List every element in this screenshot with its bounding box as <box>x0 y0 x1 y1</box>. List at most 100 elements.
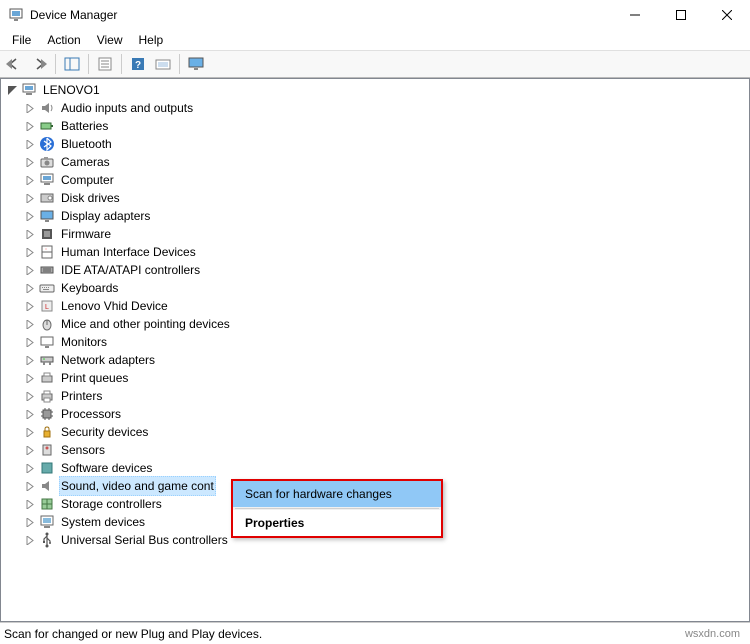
status-text: Scan for changed or new Plug and Play de… <box>4 627 685 641</box>
expander-icon[interactable] <box>23 533 37 547</box>
expander-icon[interactable] <box>23 479 37 493</box>
expander-icon[interactable] <box>23 191 37 205</box>
toolbar-separator <box>121 54 122 74</box>
tree-node[interactable]: Keyboards <box>23 279 749 297</box>
tree-node-label: Batteries <box>59 117 110 135</box>
expander-icon[interactable] <box>5 83 19 97</box>
tree-node-label: Security devices <box>59 423 150 441</box>
security-icon <box>39 424 55 440</box>
tree-node-label: Print queues <box>59 369 130 387</box>
tree-node[interactable]: Security devices <box>23 423 749 441</box>
menu-bar: File Action View Help <box>0 30 750 50</box>
network-icon <box>39 352 55 368</box>
monitor-button[interactable] <box>184 52 208 76</box>
expander-icon[interactable] <box>23 101 37 115</box>
tree-node[interactable]: Sensors <box>23 441 749 459</box>
tree-node[interactable]: Mice and other pointing devices <box>23 315 749 333</box>
tree-node[interactable]: Monitors <box>23 333 749 351</box>
menu-file[interactable]: File <box>4 31 39 49</box>
toolbar-separator <box>55 54 56 74</box>
tree-node[interactable]: Audio inputs and outputs <box>23 99 749 117</box>
expander-icon[interactable] <box>23 137 37 151</box>
tree-node-label: Mice and other pointing devices <box>59 315 232 333</box>
tree-node[interactable]: Cameras <box>23 153 749 171</box>
expander-icon[interactable] <box>23 443 37 457</box>
software-icon <box>39 460 55 476</box>
tree-node[interactable]: Disk drives <box>23 189 749 207</box>
tree-node-label: Network adapters <box>59 351 157 369</box>
expander-icon[interactable] <box>23 299 37 313</box>
tree-node-label: Human Interface Devices <box>59 243 198 261</box>
tree-node[interactable]: Computer <box>23 171 749 189</box>
expander-icon[interactable] <box>23 371 37 385</box>
expander-icon[interactable] <box>23 173 37 187</box>
toolbar-separator <box>179 54 180 74</box>
tree-node-label: Lenovo Vhid Device <box>59 297 170 315</box>
tree-node[interactable]: Bluetooth <box>23 135 749 153</box>
printer-icon <box>39 388 55 404</box>
tree-node-label: System devices <box>59 513 147 531</box>
computer-icon <box>21 82 37 98</box>
lenovo-icon: L <box>39 298 55 314</box>
context-menu-item-label: Scan for hardware changes <box>245 487 392 501</box>
expander-icon[interactable] <box>23 461 37 475</box>
tree-node-label: Sensors <box>59 441 107 459</box>
menu-action[interactable]: Action <box>39 31 88 49</box>
tree-node-label: Cameras <box>59 153 112 171</box>
monitor-icon <box>39 334 55 350</box>
tree-node[interactable]: Display adapters <box>23 207 749 225</box>
expander-icon[interactable] <box>23 263 37 277</box>
expander-icon[interactable] <box>23 335 37 349</box>
device-tree-panel[interactable]: LENOVO1 Audio inputs and outputs Batteri… <box>0 78 750 622</box>
expander-icon[interactable] <box>23 155 37 169</box>
expander-icon[interactable] <box>23 317 37 331</box>
tree-node[interactable]: Network adapters <box>23 351 749 369</box>
tree-node[interactable]: Printers <box>23 387 749 405</box>
close-button[interactable] <box>704 0 750 30</box>
tree-node[interactable]: Print queues <box>23 369 749 387</box>
sensor-icon <box>39 442 55 458</box>
tree-node[interactable]: Human Interface Devices <box>23 243 749 261</box>
expander-icon[interactable] <box>23 281 37 295</box>
expander-icon[interactable] <box>23 425 37 439</box>
svg-text:L: L <box>45 304 49 311</box>
expander-icon[interactable] <box>23 227 37 241</box>
scan-hardware-button[interactable] <box>151 52 175 76</box>
expander-icon[interactable] <box>23 353 37 367</box>
expander-icon[interactable] <box>23 515 37 529</box>
maximize-button[interactable] <box>658 0 704 30</box>
minimize-button[interactable] <box>612 0 658 30</box>
computer-icon <box>39 172 55 188</box>
tree-node-label: Sound, video and game cont <box>59 476 216 496</box>
expander-icon[interactable] <box>23 245 37 259</box>
properties-button[interactable] <box>93 52 117 76</box>
tree-node-label: Keyboards <box>59 279 120 297</box>
expander-icon[interactable] <box>23 389 37 403</box>
tree-node[interactable]: IDE ATA/ATAPI controllers <box>23 261 749 279</box>
tree-node-label: Display adapters <box>59 207 152 225</box>
show-hide-console-button[interactable] <box>60 52 84 76</box>
tree-root-node[interactable]: LENOVO1 <box>5 81 749 99</box>
expander-icon[interactable] <box>23 407 37 421</box>
window-title: Device Manager <box>30 8 612 22</box>
tree-node[interactable]: Firmware <box>23 225 749 243</box>
context-menu-scan-hardware[interactable]: Scan for hardware changes <box>233 481 441 507</box>
menu-view[interactable]: View <box>89 31 131 49</box>
expander-icon[interactable] <box>23 119 37 133</box>
expander-icon[interactable] <box>23 497 37 511</box>
menu-help[interactable]: Help <box>131 31 172 49</box>
tree-node[interactable]: Software devices <box>23 459 749 477</box>
back-button[interactable] <box>2 52 26 76</box>
bluetooth-icon <box>39 136 55 152</box>
toolbar: ? <box>0 50 750 78</box>
expander-icon[interactable] <box>23 209 37 223</box>
tree-node[interactable]: L Lenovo Vhid Device <box>23 297 749 315</box>
tree-node[interactable]: Batteries <box>23 117 749 135</box>
tree-node-label: Audio inputs and outputs <box>59 99 195 117</box>
status-bar: Scan for changed or new Plug and Play de… <box>0 622 750 644</box>
tree-node-label: Processors <box>59 405 123 423</box>
help-button[interactable]: ? <box>126 52 150 76</box>
forward-button[interactable] <box>27 52 51 76</box>
tree-node[interactable]: Processors <box>23 405 749 423</box>
context-menu-properties[interactable]: Properties <box>233 510 441 536</box>
